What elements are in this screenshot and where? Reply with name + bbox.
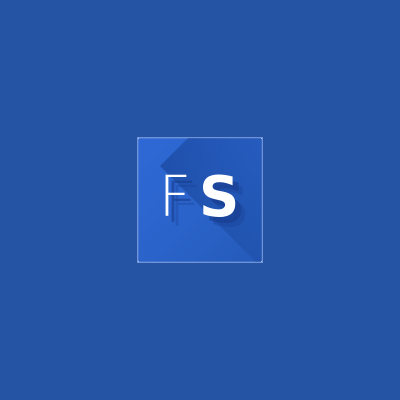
app-icon-monogram: F S <box>138 138 262 262</box>
monogram-letter-f: F <box>158 165 193 230</box>
desktop-background: F S <box>0 0 400 400</box>
app-icon-tile[interactable]: F S <box>137 137 263 263</box>
monogram-letter-s: S <box>198 165 242 230</box>
